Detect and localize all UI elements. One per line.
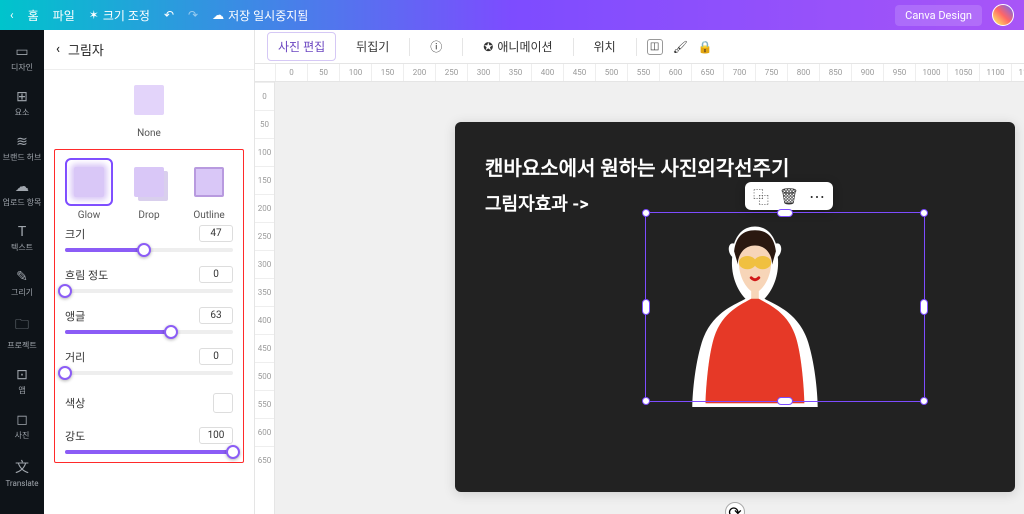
size-slider[interactable] [65, 248, 233, 252]
shadow-style-glow[interactable]: Glow [65, 158, 113, 221]
resize-handle[interactable] [920, 397, 928, 405]
intensity-value[interactable]: 100 [199, 427, 233, 444]
rotate-handle[interactable]: ⟳ [725, 502, 745, 514]
more-icon[interactable]: ⋯ [807, 186, 827, 206]
duplicate-icon[interactable]: ⿻ [751, 186, 771, 206]
color-label: 색상 [65, 395, 85, 411]
canvas-area: 사진 편집 뒤집기 ⓘ ✪ 애니메이션 위치 ◫ 🖌 🔒 05010015020… [255, 30, 1024, 514]
nav-draw[interactable]: ✎그리기 [0, 263, 44, 304]
canvas-viewport[interactable]: 캔바요소에서 원하는 사진외각선주기 그림자효과 -> ⿻ 🗑 ⋯ [275, 82, 1024, 514]
resize-handle[interactable] [920, 299, 928, 315]
canvas-title-text[interactable]: 캔바요소에서 원하는 사진외각선주기 [485, 152, 789, 181]
style-label: Glow [78, 210, 100, 221]
resize-handle[interactable] [642, 397, 650, 405]
transparency-icon[interactable]: ◫ [647, 39, 663, 55]
resize-handle[interactable] [777, 397, 793, 405]
slider-value[interactable]: 0 [199, 348, 233, 365]
save-status-label: 저장 일시중지됨 [228, 7, 308, 24]
slider-label: 흐림 정도 [65, 267, 108, 283]
design-canvas[interactable]: 캔바요소에서 원하는 사진외각선주기 그림자효과 -> ⿻ 🗑 ⋯ [455, 122, 1015, 492]
slider-value[interactable]: 47 [199, 225, 233, 242]
nav-file[interactable]: 파일 [53, 7, 75, 24]
info-icon[interactable]: ⓘ [420, 33, 452, 60]
left-nav: ▭디자인⊞요소≋브랜드 허브☁업로드 항목T텍스트✎그리기🗀프로젝트⊡앱◻사진文… [0, 30, 44, 514]
nav-home[interactable]: 홈 [28, 7, 39, 24]
side-panel: ‹ 그림자 None Glow Drop [44, 30, 255, 514]
nav-translate[interactable]: 文Translate [0, 451, 44, 494]
style-label: None [137, 128, 161, 139]
slider-value[interactable]: 63 [199, 307, 233, 324]
nav-resize[interactable]: ✶ 크기 조정 [89, 7, 150, 24]
blur-slider[interactable] [65, 289, 233, 293]
resize-handle[interactable] [642, 299, 650, 315]
undo-icon[interactable]: ↶ [164, 8, 174, 22]
nav-projects[interactable]: 🗀프로젝트 [0, 308, 44, 357]
nav-photos[interactable]: ◻사진 [0, 406, 44, 447]
lock-icon[interactable]: 🔒 [698, 40, 713, 54]
slider-label: 거리 [65, 349, 85, 365]
shadow-style-outline[interactable]: Outline [185, 158, 233, 221]
style-label: Drop [138, 210, 159, 221]
topbar: ‹ 홈 파일 ✶ 크기 조정 ↶ ↷ ☁ 저장 일시중지됨 Canva Desi… [0, 0, 1024, 30]
nav-back-icon[interactable]: ‹ [10, 8, 14, 22]
ruler-horizontal: 0501001502002503003504004505005506006507… [255, 64, 1024, 82]
element-float-toolbar: ⿻ 🗑 ⋯ [745, 182, 833, 210]
context-toolbar: 사진 편집 뒤집기 ⓘ ✪ 애니메이션 위치 ◫ 🖌 🔒 [255, 30, 1024, 64]
nav-design[interactable]: ▭디자인 [0, 38, 44, 79]
paint-icon[interactable]: 🖌 [673, 40, 688, 54]
nav-resize-label: 크기 조정 [103, 7, 150, 24]
animation-label: 애니메이션 [497, 38, 552, 55]
animation-button[interactable]: ✪ 애니메이션 [473, 33, 562, 60]
resize-handle[interactable] [777, 209, 793, 217]
angle-slider[interactable] [65, 330, 233, 334]
slider-value[interactable]: 0 [199, 266, 233, 283]
resize-handle[interactable] [920, 209, 928, 217]
position-button[interactable]: 위치 [584, 33, 626, 60]
panel-title: 그림자 [68, 40, 104, 59]
cloud-save-status[interactable]: ☁ 저장 일시중지됨 [212, 7, 308, 24]
nav-text[interactable]: T텍스트 [0, 218, 44, 259]
nav-brandhub[interactable]: ≋브랜드 허브 [0, 128, 44, 169]
resize-handle[interactable] [642, 209, 650, 217]
panel-back-icon[interactable]: ‹ [56, 42, 60, 57]
intensity-slider[interactable] [65, 450, 233, 454]
shadow-style-none[interactable]: None [125, 76, 173, 139]
slider-label: 앵글 [65, 308, 85, 324]
nav-apps[interactable]: ⊡앱 [0, 361, 44, 402]
intensity-label: 강도 [65, 428, 85, 444]
canva-design-button[interactable]: Canva Design [895, 5, 982, 26]
distance-slider[interactable] [65, 371, 233, 375]
selection-rect[interactable] [645, 212, 925, 402]
delete-icon[interactable]: 🗑 [779, 186, 799, 206]
style-label: Outline [193, 210, 224, 221]
nav-elements[interactable]: ⊞요소 [0, 83, 44, 124]
ruler-vertical: 050100150200250300350400450500550600650 [255, 82, 275, 514]
nav-uploads[interactable]: ☁업로드 항목 [0, 173, 44, 214]
avatar[interactable] [992, 4, 1014, 26]
shadow-controls-highlight: Glow Drop Outline 크기 47 흐림 정도 0 앵글 63 거리 0 색상 [54, 149, 244, 463]
flip-button[interactable]: 뒤집기 [346, 33, 399, 60]
slider-label: 크기 [65, 226, 85, 242]
canvas-subtitle-text[interactable]: 그림자효과 -> [485, 190, 589, 216]
color-swatch[interactable] [213, 393, 233, 413]
shadow-style-drop[interactable]: Drop [125, 158, 173, 221]
redo-icon: ↷ [188, 8, 198, 22]
edit-photo-button[interactable]: 사진 편집 [267, 32, 336, 61]
